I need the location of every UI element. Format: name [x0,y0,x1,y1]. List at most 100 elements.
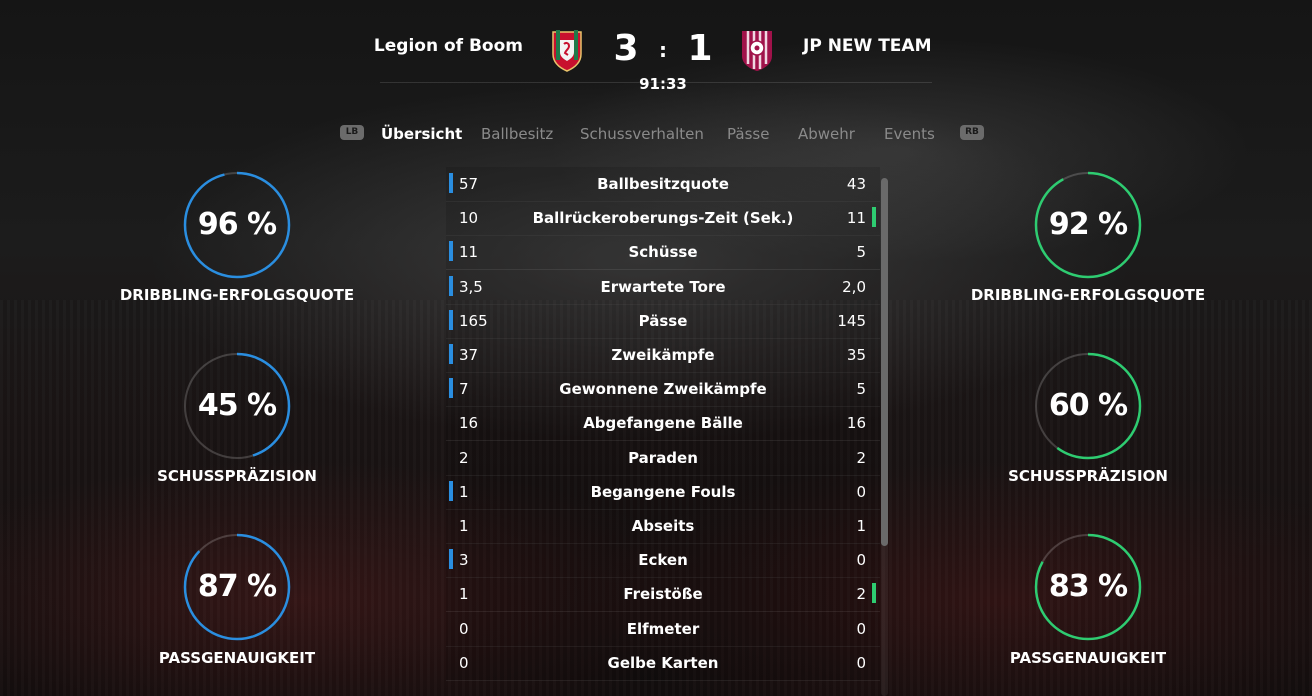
away-stat-value: 145 [837,312,866,330]
away-stat-value: 0 [856,654,866,672]
stat-row: 10 Ballrückeroberungs-Zeit (Sek.) 11 [446,201,880,236]
away-stat-value: 11 [846,209,866,227]
away-team-crest-icon [740,28,774,72]
ring-label: SCHUSSPRÄZISION [1008,467,1168,485]
home-pass-accuracy-ring: 87 % [182,532,292,642]
tab-ballbesitz[interactable]: Ballbesitz [481,125,553,143]
stat-label: Ballrückeroberungs-Zeit (Sek.) [532,209,794,227]
ring-value: 60 % [1048,388,1128,423]
away-stat-value: 43 [846,175,866,193]
home-team-name: Legion of Boom [373,36,523,56]
stat-label: Paraden [628,449,698,467]
stat-row: 57 Ballbesitzquote 43 [446,167,880,202]
stat-label: Schüsse [628,243,698,261]
home-shot-accuracy-ring: 45 % [182,351,292,461]
tab-paesse[interactable]: Pässe [727,125,769,143]
stat-label: Freistöße [623,585,703,603]
stat-row: 1 Begangene Fouls 0 [446,475,880,510]
lb-bumper-icon[interactable]: LB [340,125,364,140]
home-stat-value: 3 [459,551,469,569]
ring-value: 83 % [1048,569,1128,604]
home-stat-value: 0 [459,620,469,638]
ring-label: PASSGENAUIGKEIT [158,649,316,667]
home-stat-value: 0 [459,654,469,672]
away-pass-accuracy-ring: 83 % [1033,532,1143,642]
home-stat-value: 11 [459,243,479,261]
stat-row: 0 Elfmeter 0 [446,612,880,647]
home-stat-value: 10 [459,209,479,227]
stat-row: 1 Freistöße 2 [446,577,880,612]
stat-row: 11 Schüsse 5 [446,235,880,270]
away-stat-value: 5 [856,243,866,261]
ring-value: 87 % [197,569,277,604]
tab-events[interactable]: Events [884,125,935,143]
away-shot-accuracy-ring: 60 % [1033,351,1143,461]
home-leader-indicator [449,310,453,330]
away-dribbling-ring: 92 % [1033,170,1143,280]
home-leader-indicator [449,344,453,364]
score-separator: : [659,38,667,62]
home-stat-value: 1 [459,585,469,603]
stat-label: Gewonnene Zweikämpfe [559,380,767,398]
away-stat-value: 2,0 [842,278,866,296]
stat-row: 165 Pässe 145 [446,304,880,339]
away-stat-value: 2 [856,449,866,467]
home-leader-indicator [449,173,453,193]
away-leader-indicator [872,583,876,603]
stat-row: 1 Abseits 1 [446,509,880,544]
stat-label: Ballbesitzquote [597,175,729,193]
away-stat-value: 0 [856,551,866,569]
tab-uebersicht[interactable]: Übersicht [381,125,462,143]
away-stat-value: 16 [846,414,866,432]
away-stat-value: 5 [856,380,866,398]
rb-bumper-icon[interactable]: RB [960,125,984,140]
stat-row: 16 Abgefangene Bälle 16 [446,406,880,441]
away-stat-value: 2 [856,585,866,603]
home-stat-value: 1 [459,483,469,501]
home-stat-value: 7 [459,380,469,398]
away-stat-value: 0 [856,620,866,638]
away-stat-value: 1 [856,517,866,535]
home-leader-indicator [449,241,453,261]
match-clock: 91:33 [639,75,687,93]
stat-label: Gelbe Karten [607,654,719,672]
home-stat-value: 165 [459,312,488,330]
ring-value: 45 % [197,388,277,423]
ring-value: 96 % [197,207,277,242]
away-stat-value: 35 [846,346,866,364]
home-leader-indicator [449,481,453,501]
home-dribbling-ring: 96 % [182,170,292,280]
home-team-crest-icon [550,28,584,72]
home-leader-indicator [449,378,453,398]
stat-row: 0 Gelbe Karten 0 [446,646,880,681]
away-leader-indicator [872,207,876,227]
stat-row: 3,5 Erwartete Tore 2,0 [446,270,880,305]
stats-scrollbar[interactable] [881,178,888,546]
stat-row: 2 Paraden 2 [446,441,880,476]
home-leader-indicator [449,276,453,296]
home-stat-value: 1 [459,517,469,535]
tab-abwehr[interactable]: Abwehr [798,125,855,143]
home-stat-value: 2 [459,449,469,467]
ring-label: PASSGENAUIGKEIT [1009,649,1167,667]
tab-schussverhalten[interactable]: Schussverhalten [580,125,704,143]
stats-tab-bar: LB Übersicht Ballbesitz Schussverhalten … [0,122,1312,148]
stat-label: Abgefangene Bälle [583,414,743,432]
stats-table[interactable]: 57 Ballbesitzquote 43 10 Ballrückeroberungs-… [446,167,880,696]
home-leader-indicator [449,549,453,569]
ring-label: DRIBBLING-ERFOLGSQUOTE [970,286,1206,304]
stat-label: Zweikämpfe [611,346,715,364]
ring-label: SCHUSSPRÄZISION [157,467,317,485]
stat-label: Pässe [638,312,688,330]
home-stat-value: 3,5 [459,278,483,296]
stat-label: Erwartete Tore [600,278,726,296]
stat-label: Elfmeter [626,620,700,638]
away-score: 1 [687,28,713,69]
home-stat-value: 37 [459,346,479,364]
home-stat-value: 57 [459,175,479,193]
stat-row: 7 Gewonnene Zweikämpfe 5 [446,372,880,407]
scoreboard: Legion of Boom 3 : 1 JP NEW TEAM 91:33 [0,0,1312,110]
home-stat-value: 16 [459,414,479,432]
ring-label: DRIBBLING-ERFOLGSQUOTE [119,286,355,304]
stat-label: Begangene Fouls [590,483,736,501]
